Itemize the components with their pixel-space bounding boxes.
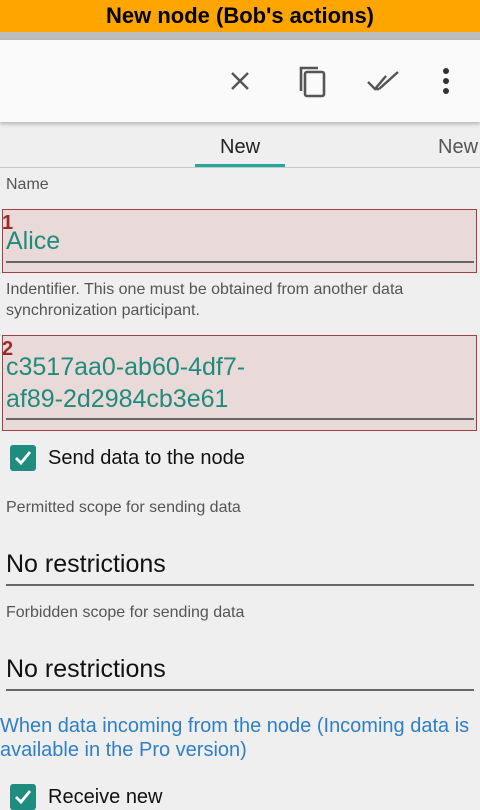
identifier-input-line-1[interactable]: c3517aa0-ab60-4df7- [6, 352, 245, 383]
identifier-label: Indentifier. This one must be obtained f… [6, 281, 404, 319]
permitted-scope-label: Permitted scope for sending data [6, 499, 241, 516]
status-bar-strip [0, 32, 480, 40]
copy-button[interactable] [292, 61, 332, 101]
check-icon [15, 451, 32, 466]
tab-bar: New New [0, 126, 480, 168]
receive-new-label[interactable]: Receive new [48, 786, 163, 809]
more-vert-icon [443, 68, 449, 94]
tab-new-secondary[interactable]: New [438, 136, 478, 159]
send-data-checkbox[interactable] [10, 445, 36, 471]
send-data-label[interactable]: Send data to the node [48, 447, 245, 470]
forbidden-scope-label: Forbidden scope for sending data [6, 604, 245, 621]
tab-divider [0, 167, 480, 168]
close-icon [231, 72, 249, 90]
done-all-button[interactable] [364, 61, 404, 101]
forbidden-scope-value[interactable]: No restrictions [6, 655, 166, 684]
name-underline [6, 261, 474, 263]
receive-new-checkbox[interactable] [10, 784, 36, 810]
more-options-button[interactable] [426, 61, 466, 101]
name-field-highlight [2, 209, 477, 273]
name-label: Name [6, 176, 49, 193]
incoming-data-note: When data incoming from the node (Incomi… [0, 715, 470, 761]
forbidden-scope-underline [6, 689, 474, 691]
done-all-icon [367, 71, 399, 91]
check-icon [15, 790, 32, 805]
permitted-scope-value[interactable]: No restrictions [6, 550, 166, 579]
tab-new[interactable]: New [220, 136, 260, 159]
close-button[interactable] [220, 61, 260, 101]
identifier-field-highlight [2, 335, 477, 431]
copy-icon [299, 66, 326, 98]
app-toolbar [0, 40, 480, 122]
annotation-banner: New node (Bob's actions) [0, 0, 480, 32]
permitted-scope-underline [6, 584, 474, 586]
identifier-underline [6, 418, 474, 420]
name-input[interactable]: Alice [6, 226, 60, 257]
identifier-input-line-2[interactable]: af89-2d2984cb3e61 [6, 384, 228, 415]
